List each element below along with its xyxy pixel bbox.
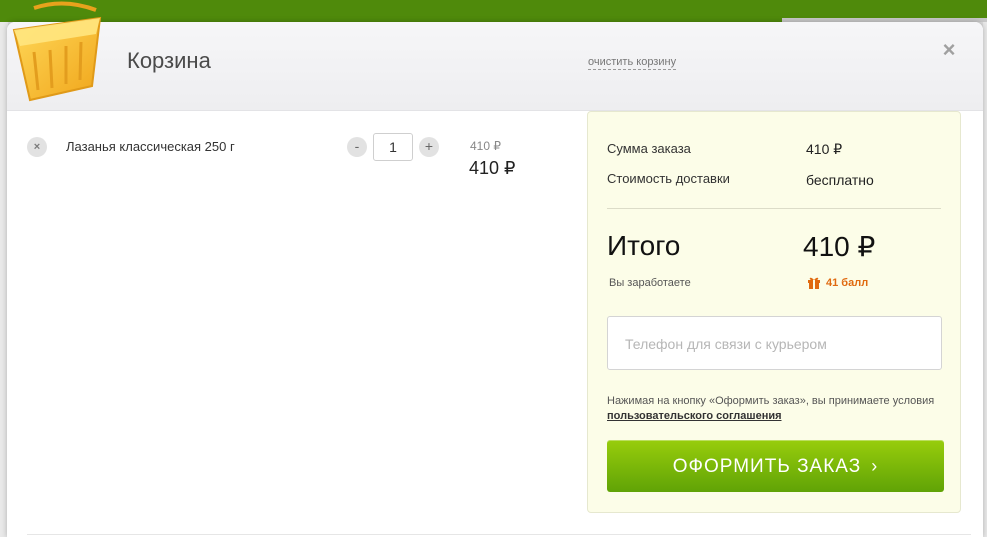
qty-increase-button[interactable]: + [419, 137, 439, 157]
bonus-points: 41 балл [826, 277, 869, 289]
item-total-price: 410 ₽ [469, 158, 516, 178]
modal-header: Корзина очистить корзину × [7, 22, 983, 111]
close-icon[interactable]: × [937, 38, 961, 62]
terms-caption: Нажимая на кнопку «Оформить заказ», вы п… [607, 395, 935, 407]
order-sum-label: Сумма заказа [607, 141, 691, 156]
clear-cart-link[interactable]: очистить корзину [588, 56, 677, 70]
modal-bottom-divider [27, 534, 971, 535]
summary-divider [607, 208, 941, 209]
item-name: Лазанья классическая 250 г [66, 139, 235, 154]
gift-icon [808, 277, 820, 289]
cart-modal: Корзина очистить корзину × × Лазанья кла… [7, 22, 983, 537]
chevron-right-icon: › [871, 456, 879, 476]
earn-label: Вы заработаете [609, 277, 691, 289]
basket-icon [12, 1, 102, 102]
checkout-label: ОФОРМИТЬ ЗАКАЗ [672, 456, 862, 477]
remove-item-icon[interactable]: × [27, 137, 47, 157]
cart-item: × Лазанья классическая 250 г - 1 + 410 ₽… [7, 122, 567, 182]
delivery-value: бесплатно [806, 172, 874, 188]
phone-input[interactable]: Телефон для связи с курьером [607, 316, 942, 370]
delivery-label: Стоимость доставки [607, 171, 730, 186]
item-unit-price: 410 ₽ [470, 139, 501, 153]
total-value: 410 ₽ [803, 231, 876, 262]
qty-decrease-button[interactable]: - [347, 137, 367, 157]
terms-text: Нажимая на кнопку «Оформить заказ», вы п… [607, 394, 947, 424]
order-summary-panel: Сумма заказа 410 ₽ Стоимость доставки бе… [587, 111, 961, 513]
checkout-button[interactable]: ОФОРМИТЬ ЗАКАЗ › [607, 440, 944, 492]
order-sum-value: 410 ₽ [806, 141, 843, 157]
page-background-right [983, 22, 987, 537]
total-label: Итого [607, 230, 681, 261]
qty-input[interactable]: 1 [373, 133, 413, 161]
terms-link[interactable]: пользовательского соглашения [607, 410, 782, 422]
modal-title: Корзина [127, 48, 211, 73]
